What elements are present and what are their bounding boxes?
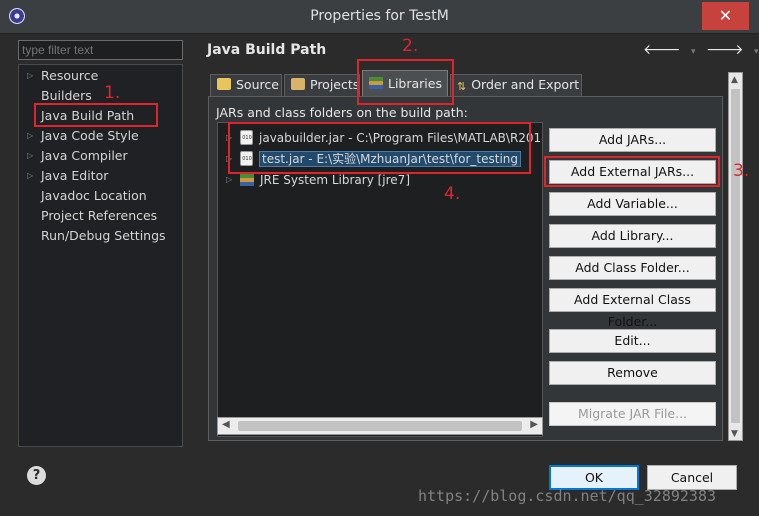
scrollbar-thumb[interactable] xyxy=(238,421,522,431)
vertical-scrollbar[interactable]: ▲ ▼ xyxy=(728,72,743,441)
add-jars-button[interactable]: Add JARs... xyxy=(549,128,716,152)
build-path-heading: JARs and class folders on the build path… xyxy=(216,105,468,120)
order-export-icon: ⇅ xyxy=(457,80,467,93)
projects-folder-icon xyxy=(291,78,305,90)
sidebar-item-resource[interactable]: Resource xyxy=(41,68,98,83)
tab-projects[interactable]: Projects xyxy=(284,74,360,96)
annotation-box-4 xyxy=(228,122,531,174)
annotation-label-4: 4. xyxy=(444,184,461,204)
forward-arrow-icon[interactable]: 🡒 xyxy=(706,42,744,58)
edit-button[interactable]: Edit... xyxy=(549,329,716,353)
add-variable-button[interactable]: Add Variable... xyxy=(549,192,716,216)
tab-order-and-export[interactable]: ⇅ Order and Export xyxy=(450,74,582,96)
annotation-box-2 xyxy=(357,59,454,105)
back-dropdown-icon[interactable]: ▾ xyxy=(691,47,696,57)
expand-arrow-icon[interactable]: ▷ xyxy=(27,171,33,180)
tab-source[interactable]: Source xyxy=(210,74,282,96)
title-bar: Properties for TestM ✕ xyxy=(0,0,759,34)
filter-input[interactable] xyxy=(18,40,183,60)
back-arrow-icon[interactable]: 🡐 xyxy=(643,42,681,58)
expand-arrow-icon[interactable]: ▷ xyxy=(27,151,33,160)
expand-arrow-icon[interactable]: ▷ xyxy=(27,131,33,140)
remove-button[interactable]: Remove xyxy=(549,361,716,385)
annotation-label-2: 2. xyxy=(402,36,419,56)
page-title: Java Build Path xyxy=(207,42,327,58)
scroll-right-icon[interactable]: ▶ xyxy=(530,419,538,430)
sidebar-item-javadoc-location[interactable]: Javadoc Location xyxy=(41,188,147,203)
migrate-jar-button[interactable]: Migrate JAR File... xyxy=(549,402,716,426)
sidebar-item-project-references[interactable]: Project References xyxy=(41,208,157,223)
annotation-box-3 xyxy=(544,156,720,187)
page-navigation: 🡐 ▾ 🡒 ▾ ▼ xyxy=(643,41,759,58)
sidebar-item-builders[interactable]: Builders xyxy=(41,88,92,103)
sidebar-item-java-code-style[interactable]: Java Code Style xyxy=(41,128,139,143)
forward-dropdown-icon[interactable]: ▾ xyxy=(754,47,759,57)
annotation-box-1 xyxy=(34,103,158,127)
annotation-label-3: 3. xyxy=(733,161,750,181)
window-title: Properties for TestM xyxy=(310,8,449,24)
tab-projects-label: Projects xyxy=(310,77,360,92)
add-external-class-folder-button[interactable]: Add External Class Folder... xyxy=(549,288,716,329)
annotation-label-1: 1. xyxy=(104,83,121,103)
close-button[interactable]: ✕ xyxy=(702,2,749,30)
expand-arrow-icon[interactable]: ▷ xyxy=(226,175,232,184)
scrollbar-thumb[interactable] xyxy=(731,89,740,423)
scroll-left-icon[interactable]: ◀ xyxy=(222,419,230,430)
library-icon xyxy=(240,174,254,186)
entry-label: JRE System Library [jre7] xyxy=(260,173,410,187)
source-folder-icon xyxy=(217,78,231,90)
add-library-button[interactable]: Add Library... xyxy=(549,224,716,248)
help-icon[interactable]: ? xyxy=(27,466,46,485)
sidebar-item-run-debug-settings[interactable]: Run/Debug Settings xyxy=(41,228,166,243)
tab-source-label: Source xyxy=(236,77,279,92)
sidebar-item-java-compiler[interactable]: Java Compiler xyxy=(41,148,128,163)
horizontal-scrollbar[interactable]: ◀ ▶ xyxy=(217,417,543,435)
scroll-down-icon[interactable]: ▼ xyxy=(731,429,738,439)
tab-order-export-label: Order and Export xyxy=(471,77,580,92)
scroll-up-icon[interactable]: ▲ xyxy=(731,75,738,85)
add-class-folder-button[interactable]: Add Class Folder... xyxy=(549,256,716,280)
watermark: https://blog.csdn.net/qq_32892383 xyxy=(418,487,717,505)
sidebar-item-java-editor[interactable]: Java Editor xyxy=(41,168,108,183)
expand-arrow-icon[interactable]: ▷ xyxy=(27,71,33,80)
